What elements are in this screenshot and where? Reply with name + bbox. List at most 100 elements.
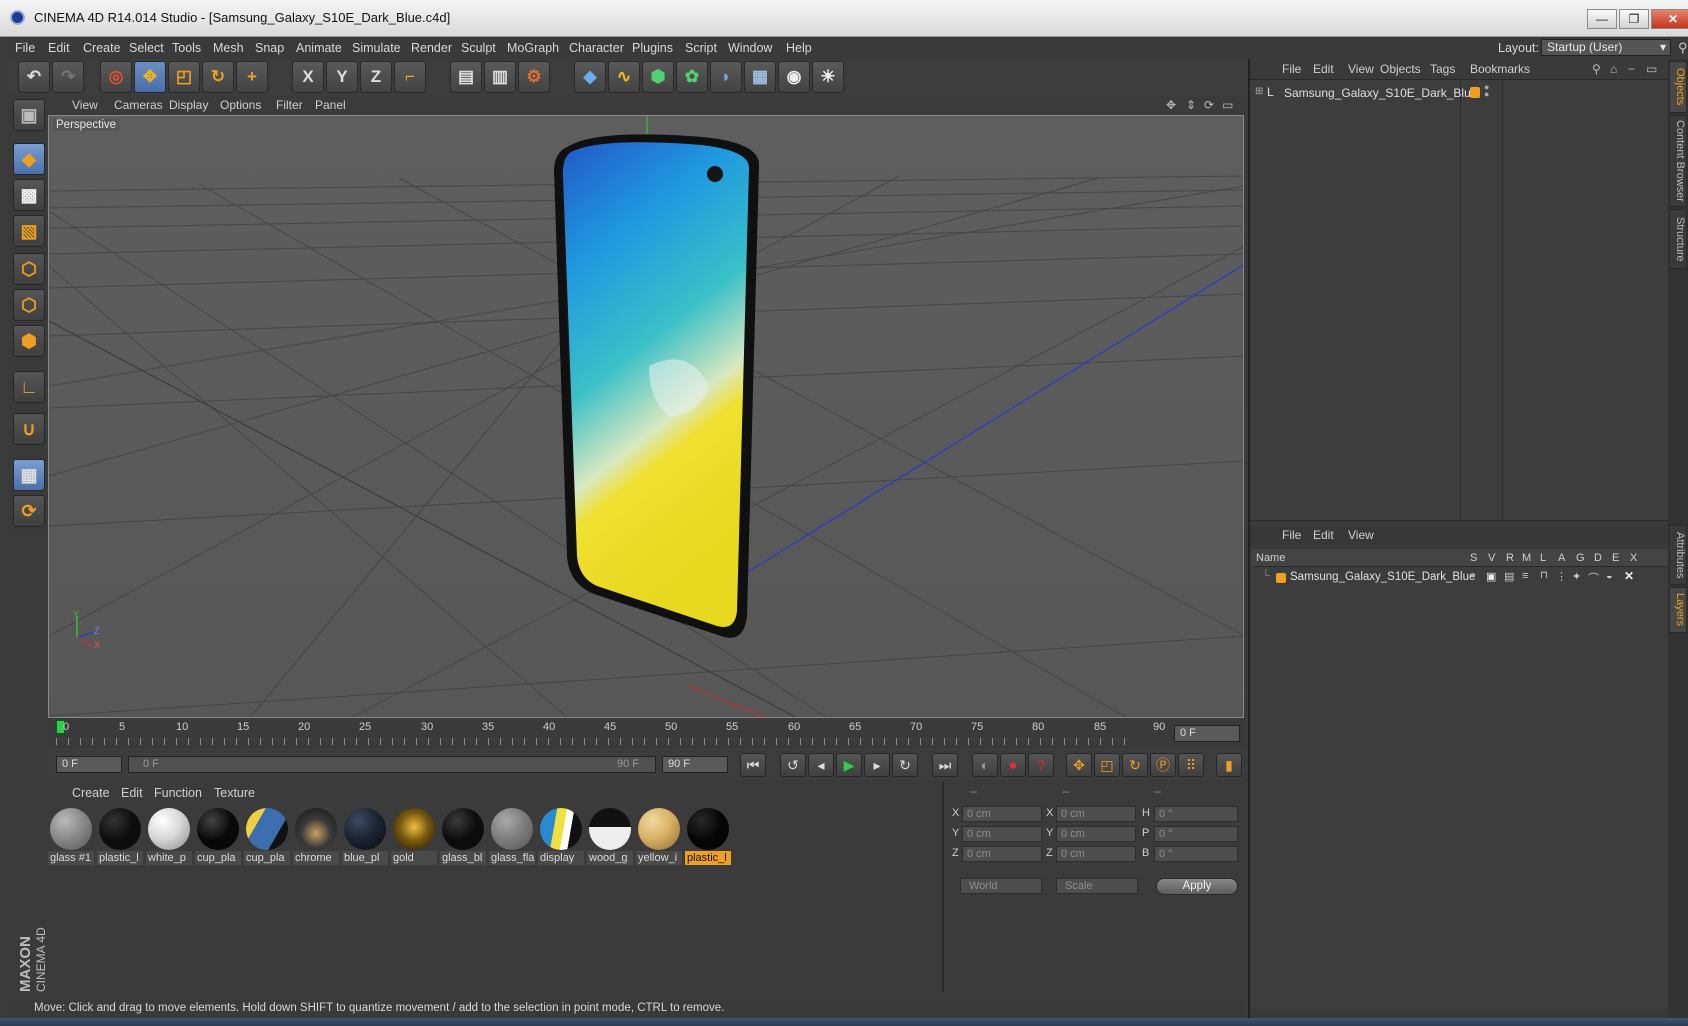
search-icon[interactable]: ⚲	[1678, 40, 1688, 56]
layer-color-tag[interactable]	[1470, 87, 1480, 98]
position-x-field[interactable]: 0 cm	[962, 806, 1042, 822]
menu-sculpt[interactable]: Sculpt	[461, 41, 496, 55]
key-parameter-button[interactable]: Ⓟ	[1150, 753, 1176, 777]
subdivision-button[interactable]: ⬢	[642, 61, 674, 93]
perspective-viewport[interactable]: Perspective Y Z X	[48, 115, 1244, 718]
material-swatch[interactable]: cup_pla	[195, 806, 241, 865]
viewport-dolly-icon[interactable]: ⇕	[1186, 98, 1196, 112]
material-menu-create[interactable]: Create	[72, 786, 110, 800]
material-swatch[interactable]: glass_fla	[489, 806, 535, 865]
array-button[interactable]: ✿	[676, 61, 708, 93]
panel-maximize-icon[interactable]: ▭	[1646, 62, 1657, 76]
y-axis-lock-button[interactable]: Y	[326, 61, 358, 93]
go-to-start-button[interactable]: ⏮	[740, 753, 766, 777]
snap-magnet-button[interactable]: ∪	[13, 413, 45, 445]
material-swatch[interactable]: yellow_i	[636, 806, 682, 865]
tab-layers[interactable]: Layers	[1669, 587, 1687, 633]
start-frame-field[interactable]: 0 F	[56, 756, 122, 773]
menu-create[interactable]: Create	[83, 41, 121, 55]
menu-mograph[interactable]: MoGraph	[507, 41, 559, 55]
objects-menu-view[interactable]: View	[1348, 62, 1374, 76]
objects-menu-objects[interactable]: Objects	[1380, 62, 1421, 76]
viewport-menu-view[interactable]: View	[72, 98, 98, 112]
material-swatch[interactable]: blue_pl	[342, 806, 388, 865]
redo-button[interactable]: ↷	[52, 61, 84, 93]
auto-key-button[interactable]: ⏺	[1000, 753, 1026, 777]
maximize-button[interactable]: ❐	[1619, 9, 1649, 29]
end-frame-field[interactable]: 90 F	[662, 756, 728, 773]
render-settings-button[interactable]: ⚙	[518, 61, 550, 93]
menu-render[interactable]: Render	[411, 41, 452, 55]
menu-mesh[interactable]: Mesh	[213, 41, 244, 55]
menu-animate[interactable]: Animate	[296, 41, 342, 55]
coordinate-space-dropdown[interactable]: World	[960, 878, 1042, 894]
layers-menu-view[interactable]: View	[1348, 528, 1374, 542]
rotate-tool-button[interactable]: ↻	[202, 61, 234, 93]
edges-mode-button[interactable]: ⬡	[13, 289, 45, 321]
polygons-mode-button[interactable]: ⬢	[13, 325, 45, 357]
manager-toggle-icon[interactable]: ≡	[1522, 570, 1528, 582]
viewport-menu-display[interactable]: Display	[169, 98, 208, 112]
xref-toggle-icon[interactable]: ✕	[1624, 569, 1634, 583]
viewport-rotate-icon[interactable]: ⟳	[1204, 98, 1214, 112]
x-axis-lock-button[interactable]: X	[292, 61, 324, 93]
menu-snap[interactable]: Snap	[255, 41, 284, 55]
viewport-menu-panel[interactable]: Panel	[315, 98, 346, 112]
layer-color-swatch[interactable]	[1276, 573, 1286, 583]
menu-help[interactable]: Help	[786, 41, 812, 55]
soft-selection-button[interactable]: ⟳	[13, 495, 45, 527]
material-swatch[interactable]: chrome	[293, 806, 339, 865]
material-swatch[interactable]: plastic_l	[97, 806, 143, 865]
material-swatch[interactable]: plastic_l	[685, 806, 731, 865]
axis-mode-button[interactable]: ∟	[13, 371, 45, 403]
render-view-button[interactable]: ▤	[450, 61, 482, 93]
next-frame-button[interactable]: ▸	[864, 753, 890, 777]
frame-range-slider[interactable]: 0 F 90 F	[128, 756, 656, 773]
size-x-field[interactable]: 0 cm	[1056, 806, 1136, 822]
expand-icon[interactable]: ⊞	[1255, 86, 1263, 97]
tab-content-browser[interactable]: Content Browser	[1669, 115, 1687, 207]
viewport-menu-cameras[interactable]: Cameras	[114, 98, 163, 112]
menu-plugins[interactable]: Plugins	[632, 41, 673, 55]
live-selection-button[interactable]: ◎	[100, 61, 132, 93]
close-button[interactable]: ✕	[1651, 9, 1688, 29]
coordinate-system-button[interactable]: ⌐	[394, 61, 426, 93]
material-swatch[interactable]: display	[538, 806, 584, 865]
layer-row[interactable]: └ Samsung_Galaxy_S10E_Dark_Blue ● ▣ ▤ ≡ …	[1252, 569, 1668, 587]
record-keys-button[interactable]: ◐	[972, 753, 998, 777]
z-axis-lock-button[interactable]: Z	[360, 61, 392, 93]
workplane-mode-button[interactable]: ▧	[13, 215, 45, 247]
spline-button[interactable]: ∿	[608, 61, 640, 93]
menu-select[interactable]: Select	[129, 41, 164, 55]
tab-objects[interactable]: Objects	[1669, 61, 1687, 113]
menu-tools[interactable]: Tools	[172, 41, 201, 55]
material-menu-function[interactable]: Function	[154, 786, 202, 800]
key-pla-button[interactable]: ⠿	[1178, 753, 1204, 777]
menu-character[interactable]: Character	[569, 41, 624, 55]
next-keyframe-button[interactable]: ↻	[892, 753, 918, 777]
key-rotation-button[interactable]: ↻	[1122, 753, 1148, 777]
current-frame-field[interactable]: 0 F	[1174, 725, 1240, 742]
objects-menu-file[interactable]: File	[1282, 62, 1301, 76]
previous-frame-button[interactable]: ◂	[808, 753, 834, 777]
solo-toggle-icon[interactable]: ●	[1470, 570, 1476, 581]
objects-menu-tags[interactable]: Tags	[1430, 62, 1455, 76]
points-mode-button[interactable]: ⬡	[13, 253, 45, 285]
material-swatch[interactable]: gold	[391, 806, 437, 865]
layout-dropdown[interactable]: Startup (User) ▾	[1541, 39, 1671, 56]
layers-menu-edit[interactable]: Edit	[1313, 528, 1334, 542]
keyframe-selection-button[interactable]: ?	[1028, 753, 1054, 777]
home-icon[interactable]: ⌂	[1610, 62, 1617, 76]
tab-structure[interactable]: Structure	[1669, 209, 1687, 269]
rotation-h-field[interactable]: 0 °	[1154, 806, 1238, 822]
cube-primitive-button[interactable]: ◆	[574, 61, 606, 93]
menu-script[interactable]: Script	[685, 41, 717, 55]
material-swatch[interactable]: white_p	[146, 806, 192, 865]
menu-edit[interactable]: Edit	[48, 41, 70, 55]
lock-toggle-icon[interactable]: ⊓	[1540, 570, 1548, 581]
material-swatch[interactable]: wood_g	[587, 806, 633, 865]
model-mode-button[interactable]: ◆	[13, 143, 45, 175]
key-position-button[interactable]: ✥	[1066, 753, 1092, 777]
objects-menu-bookmarks[interactable]: Bookmarks	[1470, 62, 1530, 76]
viewport-maximize-icon[interactable]: ▭	[1222, 98, 1233, 112]
